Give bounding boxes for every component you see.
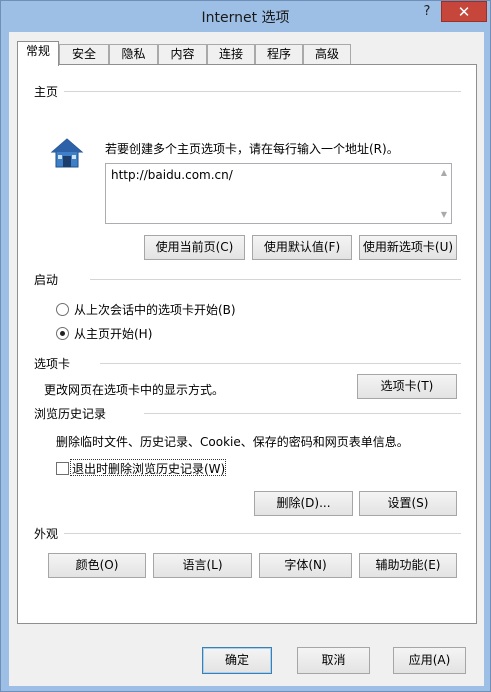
use-current-button[interactable]: 使用当前页(C) — [144, 235, 245, 260]
scroll-down-icon[interactable]: ▼ — [439, 210, 449, 219]
delete-on-exit-checkbox[interactable] — [56, 462, 69, 475]
delete-history-button[interactable]: 删除(D)... — [254, 491, 353, 516]
title-bar[interactable]: Internet 选项 ? ✕ — [1, 1, 490, 31]
tab-security[interactable]: 安全 — [59, 44, 109, 65]
startup-home-radio[interactable] — [56, 327, 69, 340]
delete-on-exit-label[interactable]: 退出时删除浏览历史记录(W) — [72, 460, 225, 477]
accessibility-button[interactable]: 辅助功能(E) — [359, 553, 457, 578]
history-heading: 浏览历史记录 — [34, 407, 107, 421]
apply-button[interactable]: 应用(A) — [393, 647, 466, 674]
help-button[interactable]: ? — [415, 2, 439, 22]
appearance-heading: 外观 — [34, 527, 59, 541]
cancel-button[interactable]: 取消 — [297, 647, 370, 674]
tabs-heading: 选项卡 — [34, 357, 71, 371]
startup-home-label[interactable]: 从主页开始(H) — [74, 325, 152, 342]
home-icon — [50, 138, 84, 168]
history-description: 删除临时文件、历史记录、Cookie、保存的密码和网页表单信息。 — [56, 435, 409, 449]
tab-advanced[interactable]: 高级 — [303, 44, 351, 65]
tab-content[interactable]: 内容 — [158, 44, 207, 65]
fonts-button[interactable]: 字体(N) — [259, 553, 352, 578]
homepage-address-value[interactable]: http://baidu.com.cn/ — [111, 168, 233, 182]
tab-programs[interactable]: 程序 — [255, 44, 303, 65]
history-divider — [144, 413, 461, 414]
tabs-settings-button[interactable]: 选项卡(T) — [357, 374, 457, 399]
tabs-description: 更改网页在选项卡中的显示方式。 — [44, 383, 225, 397]
startup-last-session-label[interactable]: 从上次会话中的选项卡开始(B) — [74, 301, 236, 318]
dialog-client-area: 常规 安全 隐私 内容 连接 程序 高级 主页 若要创建多个主页选项卡，请在每行… — [9, 32, 484, 686]
tab-general[interactable]: 常规 — [17, 41, 59, 66]
close-button[interactable]: ✕ — [441, 1, 487, 22]
homepage-divider — [64, 91, 461, 92]
general-tab-panel: 主页 若要创建多个主页选项卡，请在每行输入一个地址(R)。 http://bai… — [17, 64, 477, 624]
startup-last-session-radio[interactable] — [56, 303, 69, 316]
tab-privacy[interactable]: 隐私 — [109, 44, 158, 65]
homepage-address-input[interactable]: http://baidu.com.cn/ ▲ ▼ — [105, 163, 452, 224]
startup-heading: 启动 — [34, 273, 59, 287]
use-default-button[interactable]: 使用默认值(F) — [252, 235, 352, 260]
homepage-heading: 主页 — [34, 85, 59, 99]
tab-connections[interactable]: 连接 — [207, 44, 255, 65]
appearance-divider — [64, 533, 461, 534]
startup-divider — [90, 279, 461, 280]
scroll-up-icon[interactable]: ▲ — [439, 168, 449, 177]
history-settings-button[interactable]: 设置(S) — [359, 491, 457, 516]
tabs-divider — [100, 363, 461, 364]
ok-button[interactable]: 确定 — [202, 647, 272, 674]
use-new-tab-button[interactable]: 使用新选项卡(U) — [359, 235, 457, 260]
internet-options-window: Internet 选项 ? ✕ 常规 安全 隐私 内容 连接 程序 高级 主页 — [0, 0, 491, 692]
dialog-footer: 确定 取消 应用(A) — [9, 632, 484, 686]
languages-button[interactable]: 语言(L) — [153, 553, 252, 578]
homepage-description: 若要创建多个主页选项卡，请在每行输入一个地址(R)。 — [105, 142, 399, 156]
colors-button[interactable]: 颜色(O) — [48, 553, 146, 578]
